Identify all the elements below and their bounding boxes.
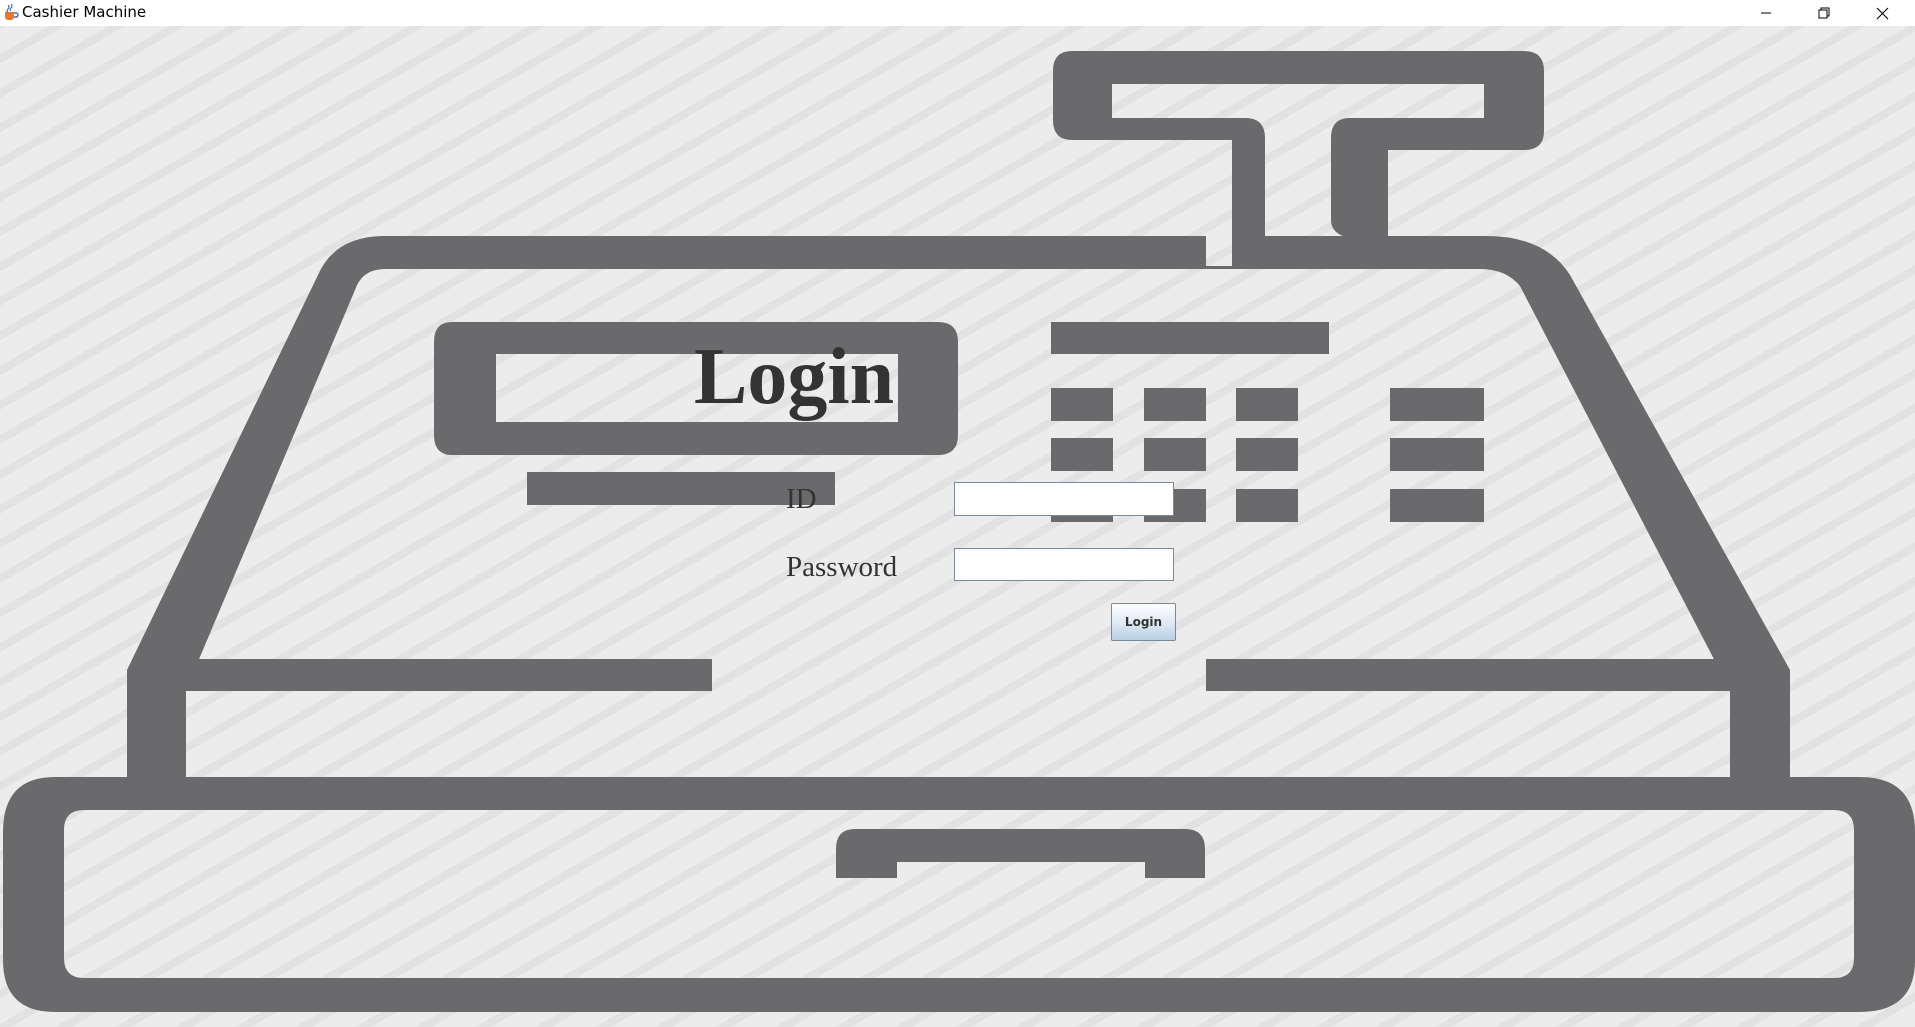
login-button[interactable]: Login	[1111, 603, 1176, 641]
password-label: Password	[786, 551, 898, 583]
title-bar: Cashier Machine	[0, 0, 1915, 26]
java-coffee-icon	[2, 3, 19, 21]
window-title: Cashier Machine	[22, 3, 147, 21]
minimize-button[interactable]	[1737, 0, 1795, 26]
page-title: Login	[694, 333, 895, 421]
password-input[interactable]	[954, 548, 1174, 581]
minimize-icon	[1760, 7, 1772, 19]
login-panel	[0, 26, 1915, 1027]
cash-register-icon	[3, 51, 1915, 1012]
restore-icon	[1818, 7, 1830, 19]
id-input[interactable]	[954, 482, 1174, 516]
restore-button[interactable]	[1795, 0, 1853, 26]
close-button[interactable]	[1853, 0, 1911, 26]
close-icon	[1876, 7, 1889, 20]
id-label: ID	[786, 483, 817, 515]
